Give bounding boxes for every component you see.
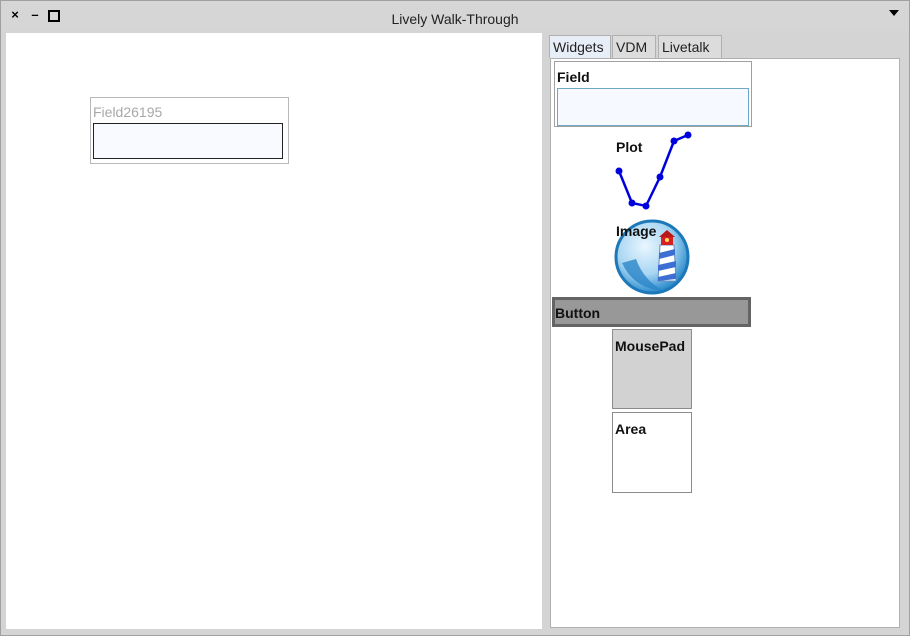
widget-field-label: Field [557,69,590,85]
lively-window: × – Lively Walk-Through Field26195 Widge… [0,0,910,636]
field-morph-input[interactable] [93,123,283,159]
world-pane[interactable]: Field26195 [6,33,542,629]
widget-field[interactable]: Field [554,61,752,127]
widget-field-input[interactable] [557,88,749,126]
plot-point [670,137,678,145]
widget-button-label: Button [555,305,601,321]
widget-image-label: Image [616,223,657,239]
widget-plot[interactable]: Plot [614,131,694,211]
window-title: Lively Walk-Through [391,11,519,27]
widget-mousepad[interactable]: MousePad [612,329,692,409]
widgets-panel: Field Plot Image Button MousePad Area [550,58,900,628]
plot-point [642,202,650,210]
field-morph[interactable]: Field26195 [90,97,289,164]
plot-point [684,131,692,139]
widget-area-label: Area [615,421,647,437]
widget-plot-label: Plot [616,139,643,155]
pane-splitter[interactable] [542,33,548,629]
widget-button[interactable]: Button [552,297,751,327]
dropdown-triangle-icon[interactable] [889,10,899,16]
tab-widgets[interactable]: Widgets [549,35,611,58]
widget-area[interactable]: Area [612,412,692,493]
field-morph-name: Field26195 [93,104,163,120]
title-bar[interactable]: × – Lively Walk-Through [1,1,909,31]
widget-mousepad-label: MousePad [615,338,686,354]
plot-point [628,199,636,207]
widget-image[interactable]: Image [614,219,692,295]
plot-point [656,173,664,181]
plot-point [615,167,623,175]
tab-livetalk[interactable]: Livetalk [658,35,722,58]
tab-vdm[interactable]: VDM [612,35,656,58]
